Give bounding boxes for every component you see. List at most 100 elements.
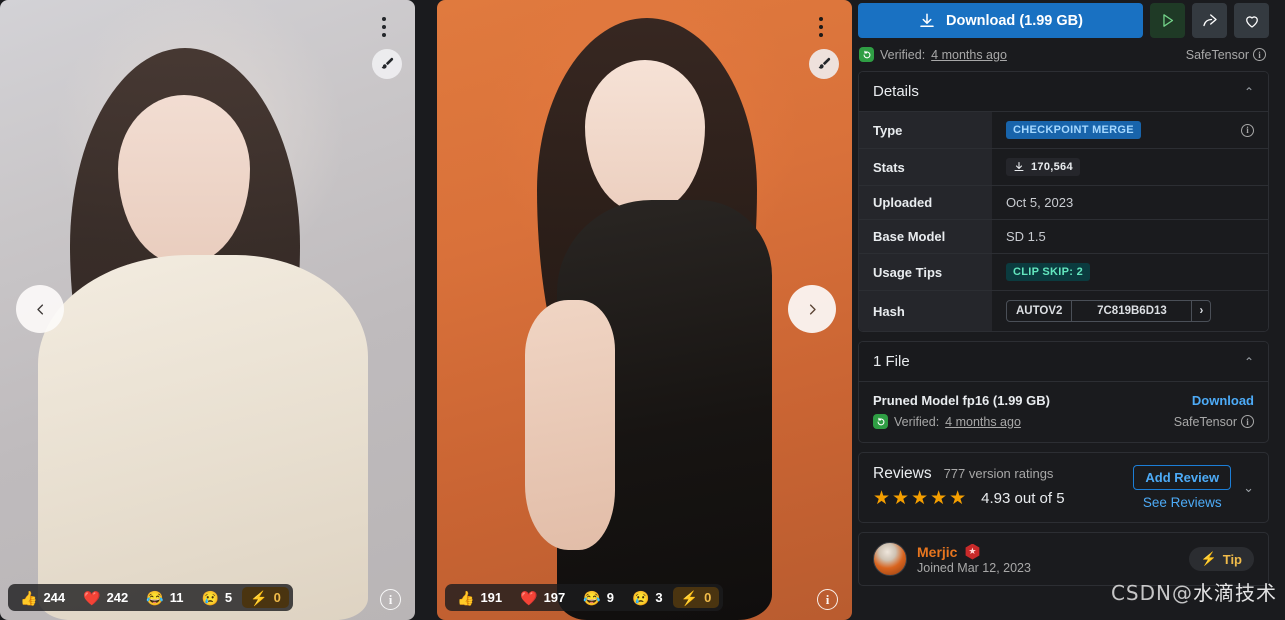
file-format: SafeTensor i: [1174, 415, 1254, 429]
favorite-button[interactable]: [1234, 3, 1269, 38]
details-row-type: Type CHECKPOINT MERGE i: [859, 111, 1268, 149]
heart-icon: ❤️: [520, 589, 538, 606]
row-value: Oct 5, 2023: [992, 185, 1268, 220]
downloads-badge: 170,564: [1006, 158, 1080, 176]
reaction-count: 9: [606, 590, 614, 605]
image-info-icon[interactable]: i: [380, 589, 401, 610]
laugh-icon: 😂: [583, 589, 601, 606]
shield-check-icon: [873, 414, 888, 429]
image-figure-body: [38, 255, 368, 620]
laugh-icon: 😂: [146, 589, 164, 606]
chevron-down-icon[interactable]: ⌄: [1241, 480, 1254, 496]
share-button[interactable]: [1192, 3, 1227, 38]
run-model-button[interactable]: [1150, 3, 1185, 38]
chevron-up-icon[interactable]: ⌃: [1244, 355, 1254, 369]
avatar[interactable]: [873, 542, 907, 576]
more-options-icon[interactable]: [375, 10, 393, 44]
hash-algo: AUTOV2: [1016, 305, 1063, 317]
details-row-hash: Hash AUTOV2 7C819B6D13 ›: [859, 290, 1268, 331]
downloads-count: 170,564: [1031, 161, 1073, 173]
heart-icon: [1245, 15, 1258, 28]
info-icon[interactable]: i: [1253, 48, 1266, 61]
hash-group: AUTOV2 7C819B6D13 ›: [1006, 300, 1212, 322]
reaction-count: 5: [224, 590, 233, 605]
row-value: SD 1.5: [992, 219, 1268, 254]
clip-skip-badge: CLIP SKIP: 2: [1006, 263, 1091, 281]
row-key: Type: [859, 111, 992, 149]
download-button[interactable]: Download (1.99 GB): [858, 3, 1143, 38]
see-reviews-link[interactable]: See Reviews: [1143, 495, 1222, 510]
cry-icon: 😢: [201, 589, 219, 606]
reviews-count: 777 version ratings: [943, 466, 1054, 481]
bolt-icon: ⚡: [1200, 551, 1217, 566]
reaction-heart[interactable]: ❤️ 197: [512, 587, 573, 608]
heart-icon: ❤️: [83, 589, 101, 606]
image-gallery: 👍 244 ❤️ 242 😂 11 😢 5 ⚡ 0 i 👍 191 ❤️ 197…: [0, 0, 852, 620]
details-header[interactable]: Details ⌃: [859, 72, 1268, 111]
details-table: Type CHECKPOINT MERGE i Stats 170,564 Up…: [859, 111, 1268, 331]
action-row: Download (1.99 GB): [858, 0, 1269, 38]
details-row-base-model: Base Model SD 1.5: [859, 219, 1268, 254]
safetensor-status: SafeTensor i: [1186, 48, 1266, 62]
image-figure-face: [118, 95, 250, 263]
bolt-icon: ⚡: [680, 589, 699, 606]
info-icon[interactable]: i: [1241, 415, 1254, 428]
verified-row: Verified: 4 months ago SafeTensor i: [858, 47, 1269, 62]
files-header[interactable]: 1 File ⌃: [859, 342, 1268, 381]
reaction-like[interactable]: 👍 191: [449, 587, 510, 608]
file-download-link[interactable]: Download: [1192, 393, 1254, 408]
details-row-uploaded: Uploaded Oct 5, 2023: [859, 185, 1268, 220]
bolt-icon: ⚡: [250, 589, 268, 606]
chevron-right-icon[interactable]: ›: [1191, 301, 1210, 321]
gallery-prev-button[interactable]: [16, 285, 64, 333]
gallery-next-button[interactable]: [788, 285, 836, 333]
play-icon: [1163, 14, 1174, 27]
file-format-label: SafeTensor: [1173, 414, 1237, 429]
verified-time-link[interactable]: 4 months ago: [931, 48, 1007, 62]
paintbrush-icon[interactable]: [809, 49, 839, 79]
creator-name[interactable]: Merjic: [917, 544, 957, 560]
thumbs-up-icon: 👍: [20, 589, 38, 606]
paintbrush-icon[interactable]: [372, 49, 402, 79]
reaction-count: 11: [169, 590, 184, 605]
creator-joined: Joined Mar 12, 2023: [917, 560, 1031, 575]
reaction-laugh[interactable]: 😂 11: [138, 587, 191, 608]
reaction-bolt[interactable]: ⚡ 0: [242, 587, 289, 608]
reaction-cry[interactable]: 😢 3: [624, 587, 671, 608]
creator-badge-icon: ★: [965, 543, 980, 560]
image-figure-face: [585, 60, 705, 212]
more-options-icon[interactable]: [812, 10, 830, 44]
share-icon: [1202, 13, 1217, 26]
row-key: Stats: [859, 148, 992, 186]
creator-card: Merjic ★ Joined Mar 12, 2023 ⚡ Tip: [858, 532, 1269, 586]
gallery-image-1[interactable]: 👍 244 ❤️ 242 😂 11 😢 5 ⚡ 0 i: [0, 0, 415, 620]
files-card: 1 File ⌃ Pruned Model fp16 (1.99 GB) Dow…: [858, 341, 1269, 443]
add-review-button[interactable]: Add Review: [1133, 465, 1232, 490]
reviews-actions: Add Review See Reviews: [1133, 465, 1232, 510]
reaction-like[interactable]: 👍 244: [12, 587, 73, 608]
image-info-icon[interactable]: i: [817, 589, 838, 610]
reaction-count: 0: [704, 590, 712, 605]
reaction-bolt[interactable]: ⚡ 0: [672, 587, 720, 608]
reaction-laugh[interactable]: 😂 9: [575, 587, 622, 608]
tip-button[interactable]: ⚡ Tip: [1188, 547, 1254, 571]
row-value: CLIP SKIP: 2: [992, 253, 1268, 291]
creator-info: Merjic ★ Joined Mar 12, 2023: [917, 543, 1031, 575]
row-key: Base Model: [859, 219, 992, 254]
gallery-image-2[interactable]: 👍 191 ❤️ 197 😂 9 😢 3 ⚡ 0 i: [437, 0, 852, 620]
file-verified-time-link[interactable]: 4 months ago: [945, 415, 1021, 429]
reaction-heart[interactable]: ❤️ 242: [75, 587, 136, 608]
details-row-usage-tips: Usage Tips CLIP SKIP: 2: [859, 253, 1268, 291]
reaction-cry[interactable]: 😢 5: [193, 587, 240, 608]
reviews-card: Reviews 777 version ratings ★★★★★ 4.93 o…: [858, 452, 1269, 523]
chevron-up-icon[interactable]: ⌃: [1244, 85, 1254, 99]
hash-value[interactable]: 7C819B6D13: [1071, 301, 1191, 321]
row-value: CHECKPOINT MERGE i: [992, 111, 1268, 149]
model-detail-page: 👍 244 ❤️ 242 😂 11 😢 5 ⚡ 0 i 👍 191 ❤️ 197…: [0, 0, 1285, 620]
safetensor-label: SafeTensor: [1185, 47, 1249, 62]
row-value: 170,564: [992, 148, 1268, 186]
rating-score: 4.93 out of 5: [981, 490, 1065, 507]
file-verified-label: Verified:: [894, 414, 940, 429]
info-icon[interactable]: i: [1241, 123, 1254, 137]
reviews-summary: Reviews 777 version ratings ★★★★★ 4.93 o…: [873, 465, 1123, 510]
